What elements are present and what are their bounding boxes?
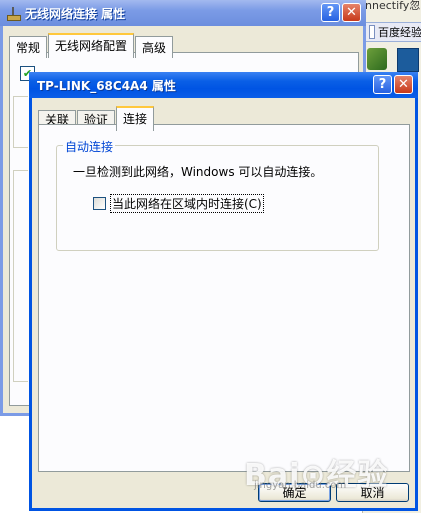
toolbar-list-icon[interactable] (397, 48, 419, 72)
background-url-text: nnectify忽 (365, 0, 421, 12)
back-help-button[interactable]: ? (321, 3, 340, 22)
connect-when-in-range-label[interactable]: 当此网络在区域内时连接(C) (110, 194, 264, 213)
back-window-titlebar[interactable]: 无线网络连接 属性 ? ✕ (0, 0, 366, 26)
auto-connect-legend: 自动连接 (63, 138, 116, 155)
tab-connection[interactable]: 连接 (116, 106, 155, 131)
connect-when-in-range-checkbox[interactable] (93, 197, 106, 210)
favorite-page-icon (369, 25, 375, 39)
baidu-jingyan-watermark: Bai⊙经验 jingyan.baidu.com (244, 450, 389, 494)
tab-general[interactable]: 常规 (9, 36, 48, 58)
back-close-button[interactable]: ✕ (342, 3, 361, 22)
background-favorite-label: 百度经验 (378, 26, 421, 39)
help-button[interactable]: ? (373, 75, 392, 94)
toolbar-app-icon[interactable] (367, 48, 387, 70)
watermark-url: jingyan.baidu.com (254, 480, 347, 491)
tab-advanced[interactable]: 高级 (135, 36, 174, 58)
auto-connect-group: 自动连接 一旦检测到此网络，Windows 可以自动连接。 当此网络在区域内时连… (56, 138, 379, 251)
auto-connect-description: 一旦检测到此网络，Windows 可以自动连接。 (73, 165, 323, 179)
close-button[interactable]: ✕ (394, 75, 413, 94)
back-window-tabs: 常规 无线网络配置 高级 (9, 33, 174, 58)
network-antenna-icon (6, 7, 21, 21)
front-window-titlebar[interactable]: TP-LINK_68C4A4 属性 ? ✕ (29, 72, 418, 98)
front-window-title: TP-LINK_68C4A4 属性 (37, 78, 176, 93)
tab-wireless-config[interactable]: 无线网络配置 (48, 33, 135, 58)
connect-when-in-range-option[interactable]: 当此网络在区域内时连接(C) (93, 194, 264, 213)
background-favorite-link[interactable]: 百度经验 (365, 22, 421, 42)
back-group-preferred-networks (13, 170, 28, 382)
network-properties-dialog: TP-LINK_68C4A4 属性 ? ✕ 关联 验证 连接 自动连接 一旦检测… (29, 72, 418, 511)
back-window-title: 无线网络连接 属性 (25, 6, 126, 21)
back-group-available-networks (13, 96, 28, 148)
connection-tab-panel: 自动连接 一旦检测到此网络，Windows 可以自动连接。 当此网络在区域内时连… (38, 124, 410, 472)
